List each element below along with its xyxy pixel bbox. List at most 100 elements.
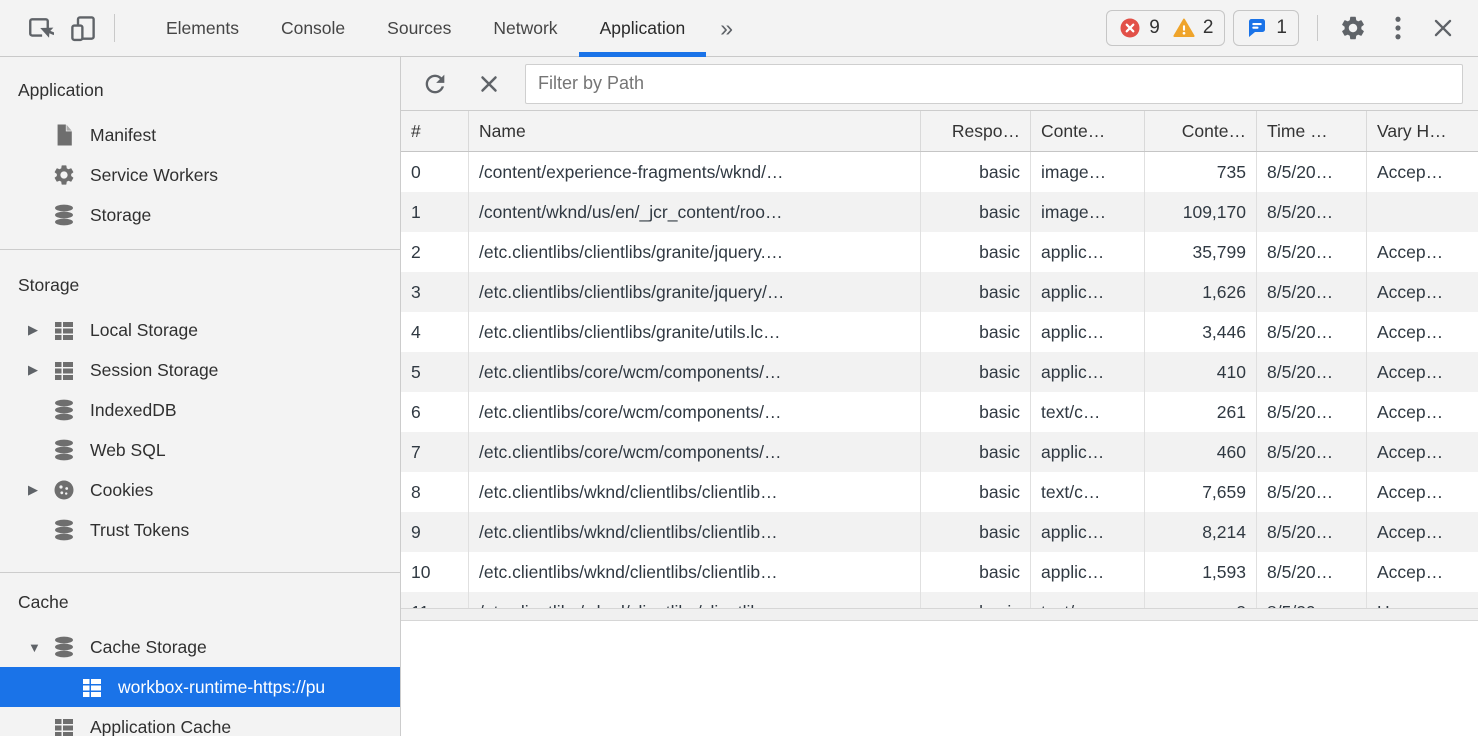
tab-elements[interactable]: Elements xyxy=(145,0,260,56)
sidebar-item-session-storage[interactable]: ▶ Session Storage xyxy=(0,350,400,390)
sidebar-item-trust-tokens[interactable]: Trust Tokens xyxy=(0,510,400,550)
cell-content-type: applic… xyxy=(1031,312,1145,352)
chevron-expanded-icon[interactable]: ▼ xyxy=(28,640,52,655)
error-count: 9 xyxy=(1149,17,1160,39)
col-header-content-type[interactable]: Conte… xyxy=(1031,111,1145,151)
database-icon xyxy=(52,635,76,659)
toolbar-divider xyxy=(114,14,115,42)
cell-name: /etc.clientlibs/clientlibs/granite/utils… xyxy=(469,312,921,352)
cell-name: /content/experience-fragments/wknd/… xyxy=(469,152,921,192)
table-row-7[interactable]: 7/etc.clientlibs/core/wcm/components/…ba… xyxy=(401,432,1478,472)
cell-content-length: 8,214 xyxy=(1145,512,1257,552)
tab-sources[interactable]: Sources xyxy=(366,0,472,56)
table-row-3[interactable]: 3/etc.clientlibs/clientlibs/granite/jque… xyxy=(401,272,1478,312)
sidebar-item-workbox-runtime-https-pu[interactable]: workbox-runtime-https://pu xyxy=(0,667,400,707)
refresh-icon[interactable] xyxy=(421,70,449,98)
close-devtools-icon[interactable] xyxy=(1426,11,1460,45)
cell-response-type: basic xyxy=(921,392,1031,432)
device-toolbar-icon[interactable] xyxy=(66,11,100,45)
sidebar-item-label: Manifest xyxy=(90,125,156,146)
table-row-6[interactable]: 6/etc.clientlibs/core/wcm/components/…ba… xyxy=(401,392,1478,432)
cell-content-type: applic… xyxy=(1031,232,1145,272)
tab-console[interactable]: Console xyxy=(260,0,366,56)
cell-response-type: basic xyxy=(921,432,1031,472)
sidebar-item-label: Session Storage xyxy=(90,360,218,381)
cell-content-length: 410 xyxy=(1145,352,1257,392)
cell-time-cached: 8/5/20… xyxy=(1257,432,1367,472)
cell-content-type: text/… xyxy=(1031,592,1145,608)
cell-vary-header: Accep… xyxy=(1367,512,1478,552)
col-header-time-cached[interactable]: Time … xyxy=(1257,111,1367,151)
table-row-5[interactable]: 5/etc.clientlibs/core/wcm/components/…ba… xyxy=(401,352,1478,392)
cell-content-type: applic… xyxy=(1031,352,1145,392)
table-row-9[interactable]: 9/etc.clientlibs/wknd/clientlibs/clientl… xyxy=(401,512,1478,552)
more-tabs-chevron-icon[interactable]: » xyxy=(706,0,747,56)
cell-num: 1 xyxy=(401,192,469,232)
sidebar-item-local-storage[interactable]: ▶ Local Storage xyxy=(0,310,400,350)
col-header-num[interactable]: # xyxy=(401,111,469,151)
horizontal-scrollbar[interactable] xyxy=(401,608,1478,621)
table-row-10[interactable]: 10/etc.clientlibs/wknd/clientlibs/client… xyxy=(401,552,1478,592)
col-header-response-type[interactable]: Respo… xyxy=(921,111,1031,151)
toolbar-left xyxy=(0,0,131,56)
cell-name: /etc.clientlibs/core/wcm/components/… xyxy=(469,432,921,472)
tab-network[interactable]: Network xyxy=(472,0,578,56)
database-icon xyxy=(52,518,76,542)
filter-by-path-input[interactable] xyxy=(525,64,1463,104)
clear-icon[interactable] xyxy=(475,70,503,98)
cell-vary-header: Accep… xyxy=(1367,472,1478,512)
warning-icon xyxy=(1172,16,1196,40)
sidebar-item-indexeddb[interactable]: IndexedDB xyxy=(0,390,400,430)
chevron-collapsed-icon[interactable]: ▶ xyxy=(28,482,52,498)
sidebar-item-label: IndexedDB xyxy=(90,400,177,421)
sidebar-item-application-cache[interactable]: Application Cache xyxy=(0,707,400,736)
more-options-kebab-icon[interactable] xyxy=(1390,14,1406,42)
cell-num: 10 xyxy=(401,552,469,592)
table-row-1[interactable]: 1/content/wknd/us/en/_jcr_content/roo…ba… xyxy=(401,192,1478,232)
cell-num: 2 xyxy=(401,232,469,272)
cell-vary-header: Accep… xyxy=(1367,232,1478,272)
section-title-application: Application xyxy=(0,77,400,115)
chevron-collapsed-icon[interactable]: ▶ xyxy=(28,362,52,378)
sidebar-item-cache-storage[interactable]: ▼Cache Storage xyxy=(0,627,400,667)
col-header-name[interactable]: Name xyxy=(469,111,921,151)
table-row-2[interactable]: 2/etc.clientlibs/clientlibs/granite/jque… xyxy=(401,232,1478,272)
settings-gear-icon[interactable] xyxy=(1336,11,1370,45)
table-row-0[interactable]: 0/content/experience-fragments/wknd/…bas… xyxy=(401,152,1478,192)
cell-name: /etc.clientlibs/core/wcm/components/… xyxy=(469,352,921,392)
tab-application[interactable]: Application xyxy=(579,0,707,56)
table-icon xyxy=(52,358,76,382)
sidebar-item-label: Local Storage xyxy=(90,320,198,341)
cell-num: 7 xyxy=(401,432,469,472)
cache-entries-table: #NameRespo…Conte…Conte…Time …Vary H… 0/c… xyxy=(401,111,1478,608)
sidebar-item-label: Cookies xyxy=(90,480,153,501)
sidebar-item-web-sql[interactable]: Web SQL xyxy=(0,430,400,470)
table-row-8[interactable]: 8/etc.clientlibs/wknd/clientlibs/clientl… xyxy=(401,472,1478,512)
cell-content-type: applic… xyxy=(1031,272,1145,312)
sidebar-section-cache: Cache▼Cache Storageworkbox-runtime-https… xyxy=(0,573,400,736)
issues-badge[interactable]: 1 xyxy=(1233,10,1299,46)
sidebar-item-cookies[interactable]: ▶ Cookies xyxy=(0,470,400,510)
console-errors-warnings-badge[interactable]: 9 2 xyxy=(1106,10,1225,46)
table-row-4[interactable]: 4/etc.clientlibs/clientlibs/granite/util… xyxy=(401,312,1478,352)
cell-response-type: basic xyxy=(921,272,1031,312)
col-header-vary-header[interactable]: Vary H… xyxy=(1367,111,1478,151)
chevron-collapsed-icon[interactable]: ▶ xyxy=(28,322,52,338)
sidebar-item-label: Application Cache xyxy=(90,717,231,736)
cell-content-length: 460 xyxy=(1145,432,1257,472)
cell-content-length: 1,593 xyxy=(1145,552,1257,592)
cell-name: /etc.clientlibs/wknd/clientlibs/clientli… xyxy=(469,512,921,552)
sidebar-item-service-workers[interactable]: Service Workers xyxy=(0,155,400,195)
cell-time-cached: 8/5/20… xyxy=(1257,272,1367,312)
error-icon xyxy=(1118,16,1142,40)
section-title-storage: Storage xyxy=(0,272,400,310)
cell-content-length: 109,170 xyxy=(1145,192,1257,232)
col-header-content-length[interactable]: Conte… xyxy=(1145,111,1257,151)
sidebar-item-manifest[interactable]: Manifest xyxy=(0,115,400,155)
table-row-11[interactable]: 11/etc.clientlibs/wknd/clientlibs/client… xyxy=(401,592,1478,608)
cache-storage-main: #NameRespo…Conte…Conte…Time …Vary H… 0/c… xyxy=(401,57,1478,736)
inspect-element-icon[interactable] xyxy=(22,11,56,45)
table-body: 0/content/experience-fragments/wknd/…bas… xyxy=(401,152,1478,608)
sidebar-item-storage[interactable]: Storage xyxy=(0,195,400,235)
devtools-window: ElementsConsoleSourcesNetworkApplication… xyxy=(0,0,1478,736)
